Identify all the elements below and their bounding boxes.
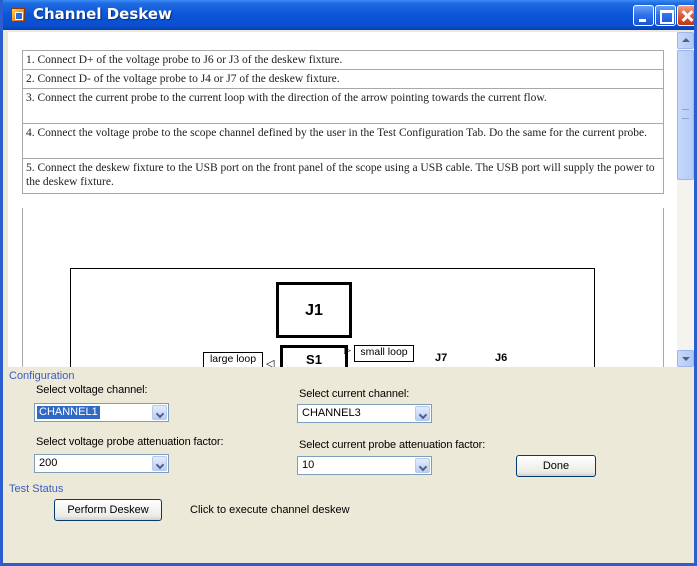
scroll-down-button[interactable] xyxy=(677,350,694,367)
channel-deskew-window: Channel Deskew 1. Connect D+ of the volt… xyxy=(0,0,697,566)
voltage-channel-select[interactable]: CHANNEL1 xyxy=(34,403,169,422)
small-loop-label: small loop xyxy=(354,345,414,362)
chevron-down-icon[interactable] xyxy=(152,405,167,420)
voltage-atten-value: 200 xyxy=(39,457,58,469)
chevron-down-icon[interactable] xyxy=(152,456,167,471)
connector-j6: J6 xyxy=(495,352,508,364)
arrow-left-icon: ◁ xyxy=(266,358,275,367)
close-button[interactable] xyxy=(677,5,694,26)
connector-j1: J1 xyxy=(276,282,352,338)
done-button[interactable]: Done xyxy=(516,455,596,477)
voltage-atten-label: Select voltage probe attenuation factor: xyxy=(36,436,224,448)
instructions-table: 1. Connect D+ of the voltage probe to J6… xyxy=(22,50,664,194)
current-atten-label: Select current probe attenuation factor: xyxy=(299,439,486,451)
instruction-step-5: 5. Connect the deskew fixture to the USB… xyxy=(23,159,663,194)
connector-j7: J7 xyxy=(435,352,448,364)
current-atten-select[interactable]: 10 xyxy=(297,456,432,475)
current-channel-value: CHANNEL3 xyxy=(302,407,361,419)
voltage-channel-value: CHANNEL1 xyxy=(37,406,100,419)
instruction-step-4: 4. Connect the voltage probe to the scop… xyxy=(23,124,663,159)
minimize-button[interactable] xyxy=(633,5,654,26)
perform-deskew-hint: Click to execute channel deskew xyxy=(190,504,350,516)
current-channel-label: Select current channel: xyxy=(299,388,410,400)
current-atten-value: 10 xyxy=(302,459,315,471)
switch-s1: S1 xyxy=(280,345,348,367)
maximize-button[interactable] xyxy=(655,5,676,26)
vertical-scrollbar[interactable] xyxy=(677,32,694,367)
app-icon xyxy=(11,8,25,22)
instruction-step-2: 2. Connect D- of the voltage probe to J4… xyxy=(23,70,663,89)
instruction-step-3: 3. Connect the current probe to the curr… xyxy=(23,89,663,124)
configuration-group-label: Configuration xyxy=(9,370,75,382)
title-bar[interactable]: Channel Deskew xyxy=(3,0,694,30)
chevron-down-icon[interactable] xyxy=(415,458,430,473)
chevron-down-icon[interactable] xyxy=(415,406,430,421)
current-channel-select[interactable]: CHANNEL3 xyxy=(297,404,432,423)
scroll-thumb[interactable] xyxy=(677,50,694,180)
scroll-up-button[interactable] xyxy=(677,32,694,49)
voltage-channel-label: Select voltage channel: xyxy=(36,384,148,396)
arrow-right-icon: ▷ xyxy=(344,345,351,355)
configuration-panel: Configuration Select voltage channel: CH… xyxy=(3,367,694,563)
instruction-step-1: 1. Connect D+ of the voltage probe to J6… xyxy=(23,51,663,70)
instructions-document: 1. Connect D+ of the voltage probe to J6… xyxy=(8,32,677,367)
perform-deskew-button[interactable]: Perform Deskew xyxy=(54,499,162,521)
large-loop-label: large loop xyxy=(203,352,263,367)
voltage-atten-select[interactable]: 200 xyxy=(34,454,169,473)
window-title: Channel Deskew xyxy=(33,5,172,23)
test-status-group-label: Test Status xyxy=(9,483,64,495)
